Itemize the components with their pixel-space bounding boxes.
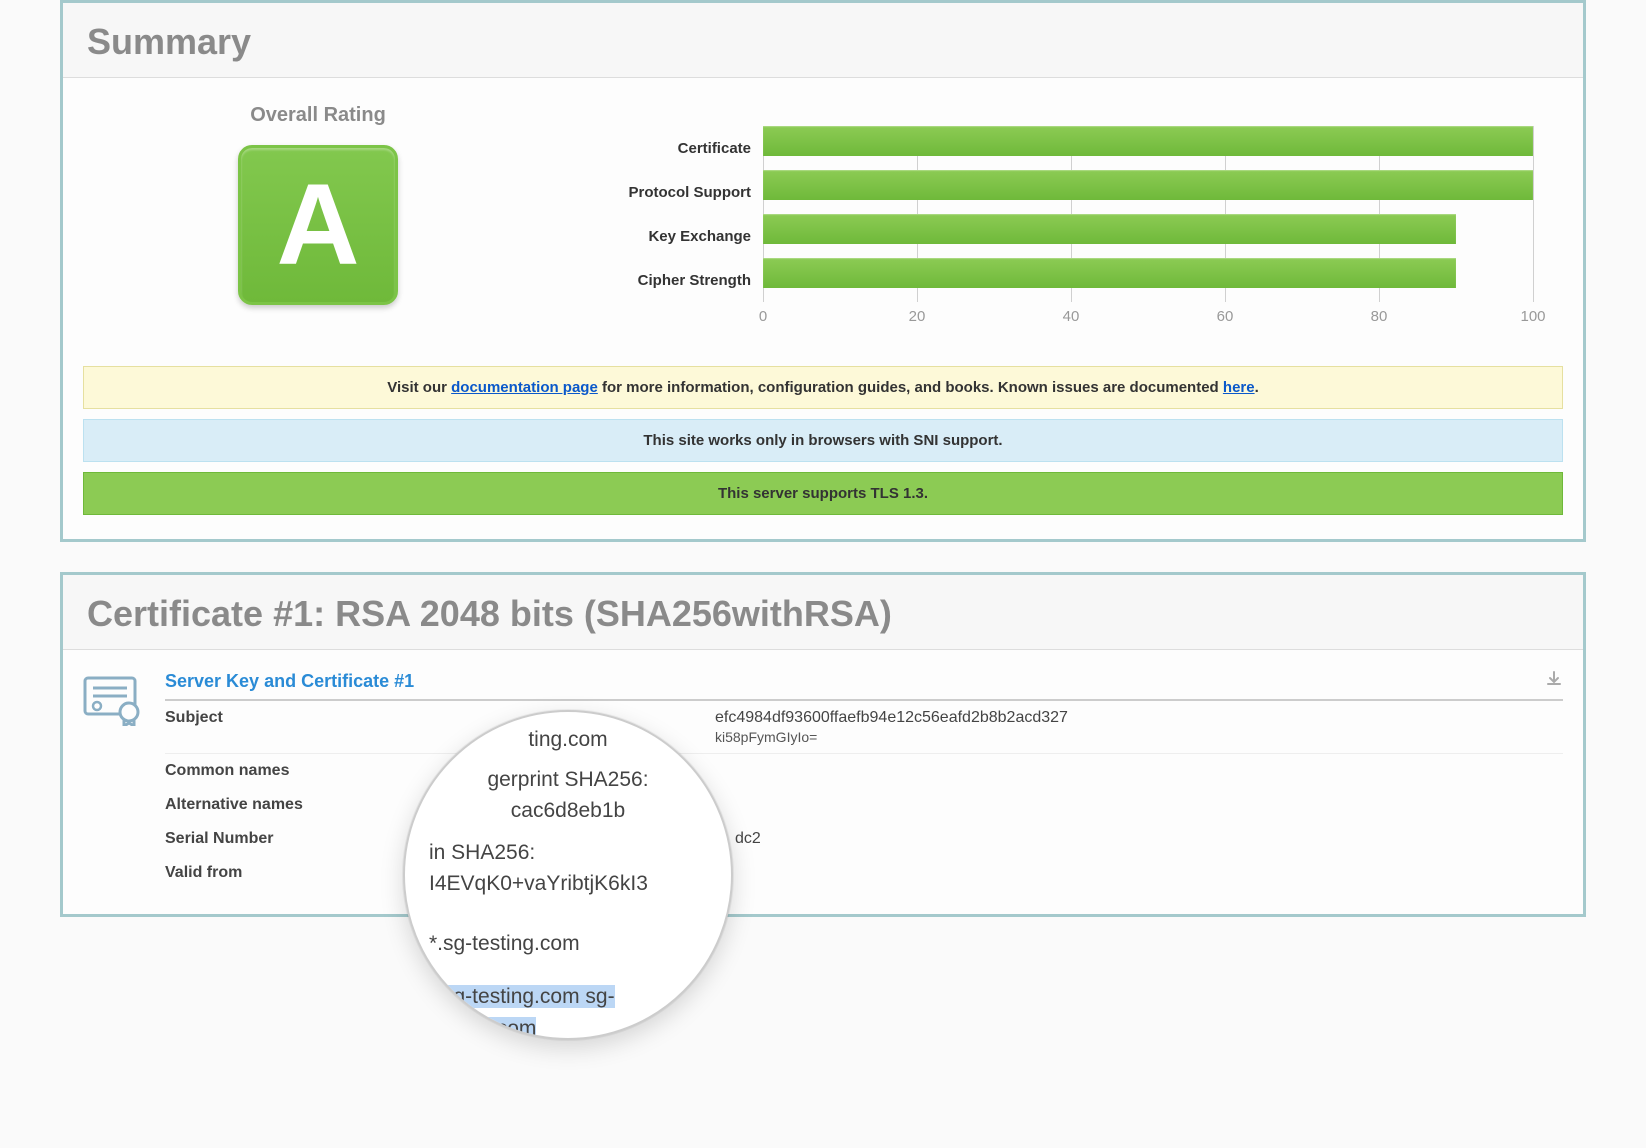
bar-protocol	[763, 170, 1533, 200]
download-icon[interactable]	[1545, 670, 1563, 693]
bar-label-certificate: Certificate	[583, 140, 763, 157]
row-subject: Subject efc4984df93600ffaefb94e12c56eafd…	[165, 701, 1563, 754]
overall-rating-label: Overall Rating	[83, 104, 553, 127]
notice-tls13: This server supports TLS 1.3.	[83, 472, 1563, 515]
bar-label-key-exchange: Key Exchange	[583, 228, 763, 245]
magnifier-overlay: ting.com gerprint SHA256: cac6d8eb1b in …	[403, 710, 733, 1040]
certificate-heading: Certificate #1: RSA 2048 bits (SHA256wit…	[63, 575, 1583, 650]
magnifier-common-name: *.sg-testing.com	[429, 928, 707, 960]
notice-docs: Visit our documentation page for more in…	[83, 366, 1563, 409]
magnifier-alt-names: *.sg-testing.com sg-testing.com	[429, 985, 615, 1040]
row-serial: Serial Number dc2	[165, 822, 1563, 856]
bar-label-protocol: Protocol Support	[583, 184, 763, 201]
documentation-link[interactable]: documentation page	[451, 379, 598, 396]
chart-ticks: 0 20 40 60 80 100	[763, 308, 1533, 330]
bar-cipher	[763, 258, 1456, 288]
certificate-icon	[83, 674, 147, 731]
summary-body: Overall Rating A Certificate Protocol Su…	[63, 78, 1583, 539]
row-alt-names: Alternative names	[165, 788, 1563, 822]
overall-rating-block: Overall Rating A	[83, 98, 553, 305]
summary-panel: Summary Overall Rating A Certificate Pro…	[60, 0, 1586, 542]
certificate-body: Server Key and Certificate #1 Subject ef…	[63, 650, 1583, 914]
row-common-names: Common names	[165, 754, 1563, 788]
rating-letter: A	[276, 168, 359, 283]
row-valid-from: Valid from	[165, 856, 1563, 890]
summary-heading: Summary	[63, 3, 1583, 78]
known-issues-link[interactable]: here	[1223, 379, 1255, 396]
bar-key-exchange	[763, 214, 1456, 244]
bar-certificate	[763, 126, 1533, 156]
rating-bar-chart: Certificate Protocol Support Key Exchang…	[583, 98, 1563, 336]
bar-label-cipher: Cipher Strength	[583, 272, 763, 289]
certificate-panel: Certificate #1: RSA 2048 bits (SHA256wit…	[60, 572, 1586, 917]
server-key-title: Server Key and Certificate #1	[165, 671, 414, 692]
rating-badge: A	[238, 145, 398, 305]
notice-sni: This site works only in browsers with SN…	[83, 419, 1563, 462]
